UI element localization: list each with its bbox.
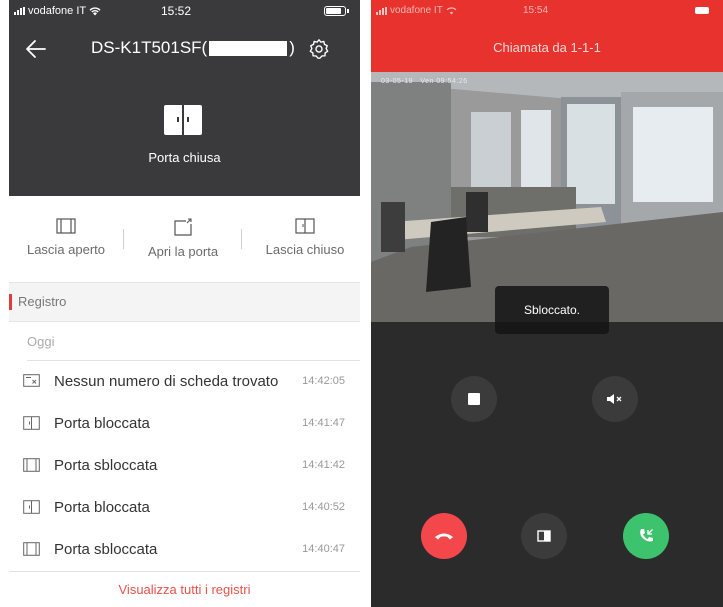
- hang-up-icon: [435, 533, 453, 540]
- log-time: 14:42:05: [302, 375, 345, 387]
- door-unlocked-icon: [23, 458, 40, 472]
- video-date: 03-05-19: [381, 78, 414, 85]
- wifi-icon: [89, 6, 101, 15]
- log-row[interactable]: Nessun numero di scheda trovato 14:42:05: [9, 360, 360, 402]
- log-label: Porta sbloccata: [54, 457, 158, 474]
- log-time: 14:40:47: [302, 543, 345, 555]
- door-status-label: Porta chiusa: [148, 150, 221, 165]
- log-section-title: Registro: [18, 294, 67, 309]
- card-not-found-icon: [23, 374, 40, 387]
- door-locked-icon: [23, 500, 40, 514]
- log-row[interactable]: Porta sbloccata 14:40:47: [9, 528, 360, 570]
- battery-icon: [324, 6, 349, 16]
- log-time: 14:41:47: [302, 417, 345, 429]
- door-control-screen: vodafone IT 15:52 DS-K1T501SF( ) Porta c…: [9, 0, 360, 607]
- divider: [241, 229, 242, 249]
- door-actions: Lascia aperto Apri la porta Lascia chius…: [9, 218, 360, 268]
- redacted-serial: [209, 40, 288, 56]
- back-arrow-icon[interactable]: [25, 38, 47, 60]
- call-title: Chiamata da 1-1-1: [493, 40, 601, 55]
- header-panel: vodafone IT 15:52 DS-K1T501SF( ) Porta c…: [9, 0, 360, 196]
- unlock-door-button[interactable]: [521, 513, 567, 559]
- log-label: Porta sbloccata: [54, 541, 158, 558]
- open-door-button[interactable]: Apri la porta: [140, 218, 226, 259]
- log-time: 14:40:52: [302, 501, 345, 513]
- door-locked-icon: [23, 416, 40, 430]
- door-closed-hold-icon: [295, 218, 315, 234]
- video-scene: [371, 72, 723, 322]
- door-open-icon: [174, 218, 192, 236]
- video-time: Ven 09:54:26: [420, 78, 468, 85]
- log-list: Nessun numero di scheda trovato 14:42:05…: [9, 360, 360, 570]
- log-row[interactable]: Porta sbloccata 14:41:42: [9, 444, 360, 486]
- door-closed-icon: [164, 105, 202, 135]
- hang-up-button[interactable]: [421, 513, 467, 559]
- keep-open-label: Lascia aperto: [26, 242, 106, 257]
- status-bar: vodafone IT 15:52: [9, 0, 360, 22]
- keep-open-button[interactable]: Lascia aperto: [23, 218, 109, 257]
- battery-icon: [695, 7, 709, 14]
- door-unlocked-icon: [23, 542, 40, 556]
- carrier-name: vodafone IT: [390, 5, 443, 16]
- log-row[interactable]: Porta bloccata 14:41:47: [9, 402, 360, 444]
- gear-icon[interactable]: [308, 38, 330, 60]
- device-title: DS-K1T501SF( ): [91, 38, 295, 58]
- door-unlock-icon: [537, 530, 551, 542]
- answer-call-icon: [640, 529, 653, 542]
- camera-video-feed: 03-05-19 Ven 09:54:26: [371, 72, 723, 322]
- answer-call-button[interactable]: [623, 513, 669, 559]
- speaker-mute-icon: [607, 394, 622, 404]
- status-time: 15:54: [523, 5, 549, 16]
- carrier-indicator: vodafone IT: [376, 5, 457, 16]
- divider: [123, 229, 124, 249]
- view-all-logs-link[interactable]: Visualizza tutti i registri: [9, 582, 360, 597]
- signal-icon: [14, 7, 25, 15]
- unlocked-toast: Sbloccato.: [495, 286, 609, 334]
- log-time: 14:41:42: [302, 459, 345, 471]
- keep-closed-label: Lascia chiuso: [265, 242, 345, 257]
- device-title-prefix: DS-K1T501SF(: [91, 38, 208, 57]
- mute-button[interactable]: [592, 376, 638, 422]
- open-door-label: Apri la porta: [147, 244, 219, 259]
- log-label: Porta bloccata: [54, 499, 150, 516]
- divider: [9, 571, 360, 572]
- wifi-icon: [446, 6, 457, 15]
- stop-icon: [468, 393, 480, 405]
- keep-closed-button[interactable]: Lascia chiuso: [257, 218, 353, 257]
- device-title-suffix: ): [289, 38, 295, 57]
- carrier-indicator: vodafone IT: [14, 5, 101, 17]
- log-section-header: Registro: [9, 282, 360, 322]
- video-timestamp: 03-05-19 Ven 09:54:26: [381, 78, 468, 85]
- log-row[interactable]: Porta bloccata 14:40:52: [9, 486, 360, 528]
- log-label: Porta bloccata: [54, 415, 150, 432]
- door-open-hold-icon: [56, 218, 76, 234]
- call-header: vodafone IT 15:54 Chiamata da 1-1-1: [371, 0, 723, 72]
- status-bar: vodafone IT 15:54: [371, 0, 723, 22]
- log-group-today: Oggi: [27, 334, 55, 349]
- stop-button[interactable]: [451, 376, 497, 422]
- log-label: Nessun numero di scheda trovato: [54, 373, 279, 390]
- incoming-call-screen: vodafone IT 15:54 Chiamata da 1-1-1 03-0…: [371, 0, 723, 607]
- status-time: 15:52: [161, 4, 192, 18]
- signal-icon: [376, 6, 387, 15]
- carrier-name: vodafone IT: [28, 5, 87, 17]
